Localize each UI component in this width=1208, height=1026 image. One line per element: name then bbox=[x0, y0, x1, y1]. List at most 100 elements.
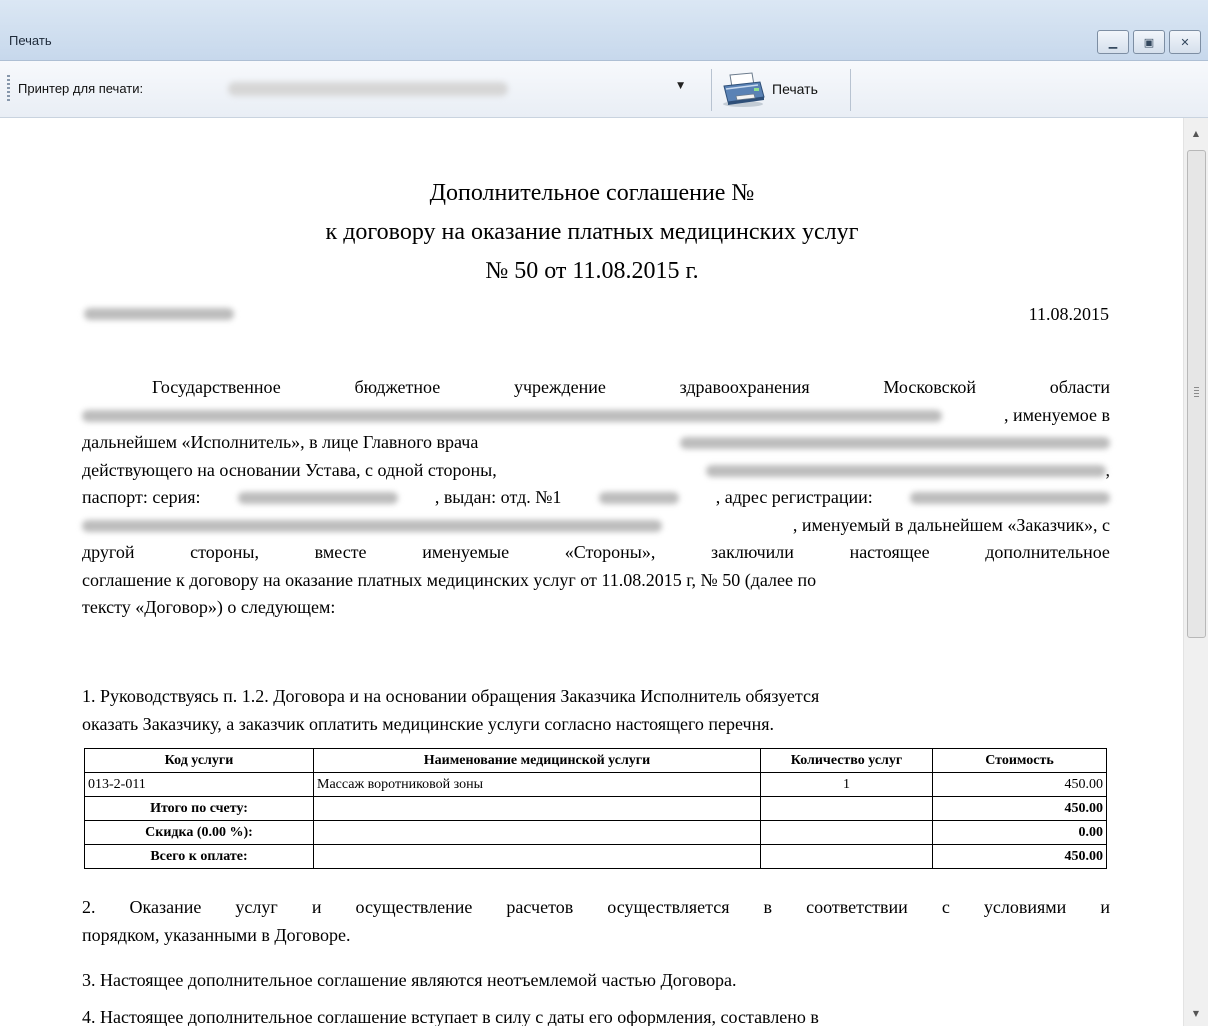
word: настоящее bbox=[849, 542, 930, 562]
empty-cell bbox=[760, 844, 933, 869]
clause-line: порядком, указанными в Договоре. bbox=[82, 922, 1110, 950]
printer-select[interactable]: ▼ bbox=[222, 77, 690, 103]
maximize-button[interactable]: ▣ bbox=[1133, 30, 1165, 54]
word: расчетов bbox=[506, 897, 574, 917]
clause-line: оказать Заказчику, а заказчик оплатить м… bbox=[82, 711, 1110, 739]
place-redacted bbox=[84, 308, 234, 320]
empty-cell bbox=[760, 796, 933, 821]
text: 4. Настоящее дополнительное соглашение в… bbox=[82, 1007, 819, 1026]
issue-date-redacted bbox=[598, 492, 679, 504]
preamble-line: тексту «Договор») о следующем: bbox=[82, 594, 1110, 622]
org-name-redacted bbox=[82, 409, 942, 422]
summary-row: Всего к оплате: 450.00 bbox=[84, 844, 1107, 869]
empty-cell bbox=[313, 820, 761, 845]
word: стороны, bbox=[190, 542, 260, 562]
minimize-button[interactable]: ▁ bbox=[1097, 30, 1129, 54]
empty-cell bbox=[760, 820, 933, 845]
preamble-paragraph: Государственное бюджетное учреждение здр… bbox=[82, 374, 1110, 622]
clause-1: 1. Руководствуясь п. 1.2. Договора и на … bbox=[82, 683, 1110, 738]
toolbar-separator bbox=[711, 69, 712, 111]
printer-label: Принтер для печати: bbox=[18, 81, 144, 96]
column-header: Наименование медицинской услуги bbox=[313, 748, 761, 773]
print-button-label: Печать bbox=[772, 81, 818, 97]
word: Государственное bbox=[152, 377, 281, 397]
word: 2. bbox=[82, 897, 96, 917]
word: и bbox=[311, 897, 322, 917]
text: , bbox=[1105, 459, 1111, 480]
column-header: Количество услуг bbox=[760, 748, 933, 773]
word: учреждение bbox=[513, 377, 606, 397]
word: условиями bbox=[983, 897, 1067, 917]
preamble-line: действующего на основании Устава, с одно… bbox=[82, 457, 1110, 485]
director-name-redacted bbox=[680, 437, 1110, 449]
preamble-line: паспорт: серия: , выдан: отд. №1 , адрес… bbox=[82, 484, 1110, 512]
print-toolbar: Принтер для печати: ▼ Печать bbox=[0, 61, 1208, 118]
preamble-line: , именуемый в дальнейшем «Заказчик», с bbox=[82, 512, 1110, 540]
word: заключили bbox=[711, 542, 794, 562]
service-name: Массаж воротниковой зоны bbox=[313, 772, 761, 797]
text: соглашение к договору на оказание платны… bbox=[82, 569, 817, 590]
close-button[interactable]: ✕ bbox=[1169, 30, 1201, 54]
scrollbar-thumb[interactable] bbox=[1187, 150, 1206, 638]
text: , адрес регистрации: bbox=[715, 487, 873, 507]
word: Оказание bbox=[129, 897, 202, 917]
text: дальнейшем «Исполнитель», в лице Главног… bbox=[82, 432, 479, 452]
maximize-icon: ▣ bbox=[1143, 35, 1155, 49]
word: в bbox=[763, 897, 773, 917]
window-titlebar: Печать ▁ ▣ ✕ bbox=[0, 0, 1208, 61]
clause-line: 1. Руководствуясь п. 1.2. Договора и на … bbox=[82, 683, 1110, 711]
toolbar-grip[interactable] bbox=[7, 75, 10, 103]
customer-name-redacted bbox=[705, 465, 1106, 478]
preamble-line: дальнейшем «Исполнитель», в лице Главног… bbox=[82, 429, 1110, 457]
word: с bbox=[941, 897, 950, 917]
doc-date: 11.08.2015 bbox=[1028, 304, 1109, 324]
doc-title-line1: Дополнительное соглашение № bbox=[429, 180, 755, 206]
close-icon: ✕ bbox=[1180, 35, 1190, 49]
chevron-down-icon[interactable]: ▼ bbox=[677, 81, 684, 91]
word: соответствии bbox=[806, 897, 908, 917]
minimize-icon: ▁ bbox=[1108, 35, 1118, 49]
summary-value: 450.00 bbox=[932, 796, 1107, 821]
print-button[interactable]: Печать bbox=[718, 67, 846, 111]
printer-value-redacted bbox=[228, 82, 508, 96]
printer-icon bbox=[723, 72, 765, 107]
column-header: Стоимость bbox=[932, 748, 1107, 773]
window-title: Печать bbox=[9, 33, 52, 48]
preamble-line: соглашение к договору на оказание платны… bbox=[82, 567, 1110, 595]
text: , выдан: отд. №1 bbox=[434, 487, 562, 507]
doc-title-line2: к договору на оказание платных медицинск… bbox=[325, 219, 859, 245]
summary-value: 0.00 bbox=[932, 820, 1107, 845]
clause-line: 4. Настоящее дополнительное соглашение в… bbox=[82, 1004, 1110, 1026]
services-table: Код услуги Наименование медицинской услу… bbox=[84, 748, 1107, 869]
text: действующего на основании Устава, с одно… bbox=[82, 459, 497, 480]
clause-4: 4. Настоящее дополнительное соглашение в… bbox=[82, 1004, 1110, 1026]
table-header-row: Код услуги Наименование медицинской услу… bbox=[84, 748, 1107, 773]
word: осуществление bbox=[355, 897, 473, 917]
word: осуществляется bbox=[607, 897, 730, 917]
summary-value: 450.00 bbox=[932, 844, 1107, 869]
summary-row: Скидка (0.00 %): 0.00 bbox=[84, 820, 1107, 845]
vertical-scrollbar[interactable]: ▲ ▼ bbox=[1183, 118, 1208, 1026]
word: бюджетное bbox=[354, 377, 441, 397]
scrollbar-grip bbox=[1194, 387, 1199, 397]
document-preview: Дополнительное соглашение № к договору н… bbox=[0, 118, 1184, 1026]
scroll-down-icon[interactable]: ▼ bbox=[1184, 1002, 1208, 1024]
empty-cell bbox=[313, 796, 761, 821]
text: тексту «Договор») о следующем: bbox=[82, 597, 336, 617]
clause-3: 3. Настоящее дополнительное соглашение я… bbox=[82, 967, 1110, 995]
doc-title-line3: № 50 от 11.08.2015 г. bbox=[485, 258, 699, 284]
word: здравоохранения bbox=[679, 377, 810, 397]
text: , именуемое в bbox=[1004, 404, 1110, 425]
word: другой bbox=[82, 542, 135, 562]
text: оказать Заказчику, а заказчик оплатить м… bbox=[82, 713, 775, 734]
summary-label: Итого по счету: bbox=[84, 796, 314, 821]
address-redacted bbox=[909, 492, 1110, 504]
word: вместе bbox=[314, 542, 367, 562]
passport-redacted bbox=[237, 492, 398, 504]
window-controls: ▁ ▣ ✕ bbox=[1097, 30, 1201, 54]
word: дополнительное bbox=[985, 542, 1110, 562]
service-qty: 1 bbox=[760, 772, 933, 797]
scroll-up-icon[interactable]: ▲ bbox=[1184, 122, 1208, 144]
text: паспорт: серия: bbox=[82, 487, 201, 507]
table-row: 013-2-011 Массаж воротниковой зоны 1 450… bbox=[84, 772, 1107, 797]
